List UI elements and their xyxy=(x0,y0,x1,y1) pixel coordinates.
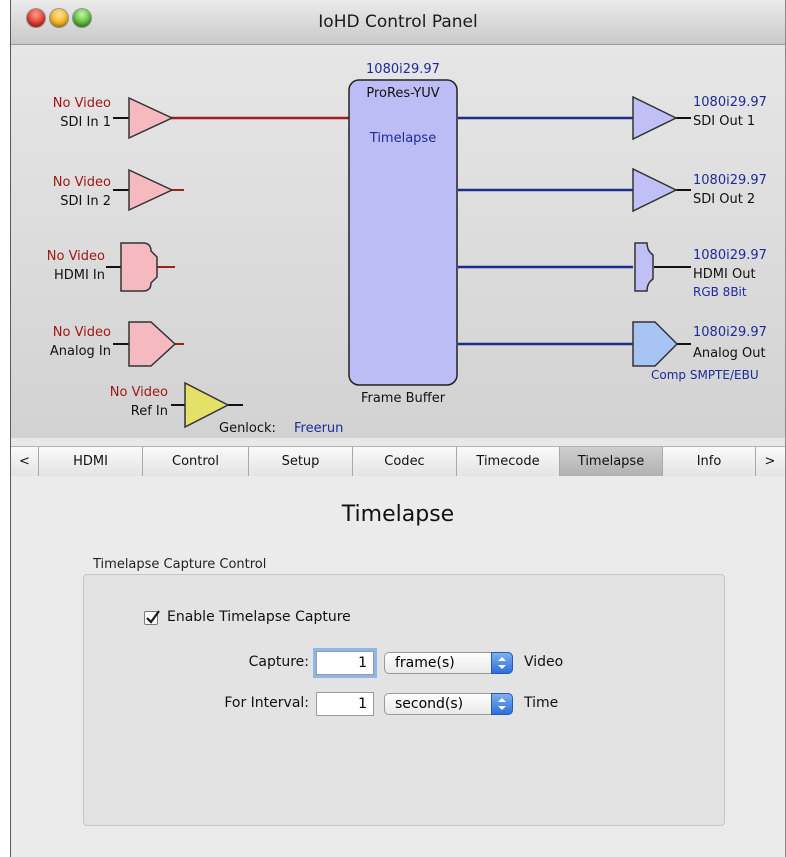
enable-timelapse-checkbox[interactable] xyxy=(144,610,160,625)
hdmi-in-node xyxy=(120,242,158,292)
tab-bar: < HDMI Control Setup Codec Timecode Time… xyxy=(11,446,785,477)
framebuffer-codec: ProRes-YUV xyxy=(366,86,440,101)
sdi-out-2-label: SDI Out 2 xyxy=(693,192,756,207)
hdmi-out-format: 1080i29.97 xyxy=(693,248,767,263)
sdi-in-1-label: SDI In 1 xyxy=(60,115,111,130)
capture-unit-chevrons-icon xyxy=(491,652,513,674)
analog-in-node xyxy=(128,321,177,367)
analog-out-label: Analog Out xyxy=(693,346,766,361)
interval-suffix: Time xyxy=(524,695,559,711)
tab-control[interactable]: Control xyxy=(143,447,249,476)
enable-timelapse-label[interactable]: Enable Timelapse Capture xyxy=(167,609,351,625)
capture-label: Capture: xyxy=(248,654,309,670)
sdi-out-2-format: 1080i29.97 xyxy=(693,173,767,188)
tab-timelapse[interactable]: Timelapse xyxy=(560,447,663,476)
tab-scroll-right-button[interactable]: > xyxy=(756,447,784,476)
title-bar: IoHD Control Panel xyxy=(11,0,785,45)
tab-setup[interactable]: Setup xyxy=(249,447,353,476)
interval-label: For Interval: xyxy=(224,695,309,711)
panel-heading: Timelapse xyxy=(341,502,455,527)
hdmi-out-label: HDMI Out xyxy=(693,267,756,282)
sdi-in-1-node xyxy=(128,96,174,140)
capture-control-group-label: Timelapse Capture Control xyxy=(93,557,267,572)
analog-in-status: No Video xyxy=(52,325,111,340)
capture-unit-value: frame(s) xyxy=(395,655,455,671)
genlock-label: Genlock: xyxy=(219,421,276,436)
sdi-in-2-status: No Video xyxy=(52,175,111,190)
timelapse-panel: Timelapse Timelapse Capture Control Enab… xyxy=(11,476,785,857)
analog-out-format: 1080i29.97 xyxy=(693,325,767,340)
analog-in-label: Analog In xyxy=(49,344,111,359)
sdi-in-2-node xyxy=(128,168,174,212)
capture-count-input[interactable]: 1 xyxy=(316,651,374,675)
app-window: IoHD Control Panel No Video SDI In 1 No … xyxy=(10,0,786,857)
interval-unit-select[interactable]: second(s) xyxy=(384,693,513,715)
ref-in-label: Ref In xyxy=(130,404,168,419)
sdi-in-2-label: SDI In 2 xyxy=(60,194,111,209)
framebuffer-format: 1080i29.97 xyxy=(366,62,440,77)
hdmi-out-detail: RGB 8Bit xyxy=(693,285,747,299)
ref-in-status: No Video xyxy=(109,385,168,400)
sdi-out-1-format: 1080i29.97 xyxy=(693,95,767,110)
sdi-out-1-label: SDI Out 1 xyxy=(693,114,756,129)
analog-out-node xyxy=(632,321,679,367)
hdmi-in-label: HDMI In xyxy=(53,268,105,283)
genlock-value: Freerun xyxy=(294,421,344,436)
frame-buffer-block xyxy=(348,79,458,386)
sdi-out-1-node xyxy=(632,95,678,141)
interval-input[interactable]: 1 xyxy=(316,692,374,716)
checkmark-icon xyxy=(146,610,160,624)
analog-out-detail: Comp SMPTE/EBU xyxy=(651,368,759,382)
interval-unit-value: second(s) xyxy=(395,696,464,712)
capture-suffix: Video xyxy=(524,654,564,670)
framebuffer-label: Frame Buffer xyxy=(360,391,446,406)
framebuffer-mode: Timelapse xyxy=(369,131,437,146)
hdmi-in-status: No Video xyxy=(46,249,105,264)
sdi-out-2-node xyxy=(632,167,678,213)
signal-routing-diagram: No Video SDI In 1 No Video SDI In 2 No V… xyxy=(11,45,785,438)
hdmi-out-node xyxy=(634,242,654,292)
tab-timecode[interactable]: Timecode xyxy=(457,447,560,476)
sdi-in-1-status: No Video xyxy=(52,96,111,111)
window-title: IoHD Control Panel xyxy=(318,12,478,32)
tab-info[interactable]: Info xyxy=(663,447,756,476)
capture-unit-select[interactable]: frame(s) xyxy=(384,652,513,674)
tab-codec[interactable]: Codec xyxy=(353,447,457,476)
interval-unit-chevrons-icon xyxy=(491,693,513,715)
tab-hdmi[interactable]: HDMI xyxy=(39,447,143,476)
tab-scroll-left-button[interactable]: < xyxy=(11,447,39,476)
